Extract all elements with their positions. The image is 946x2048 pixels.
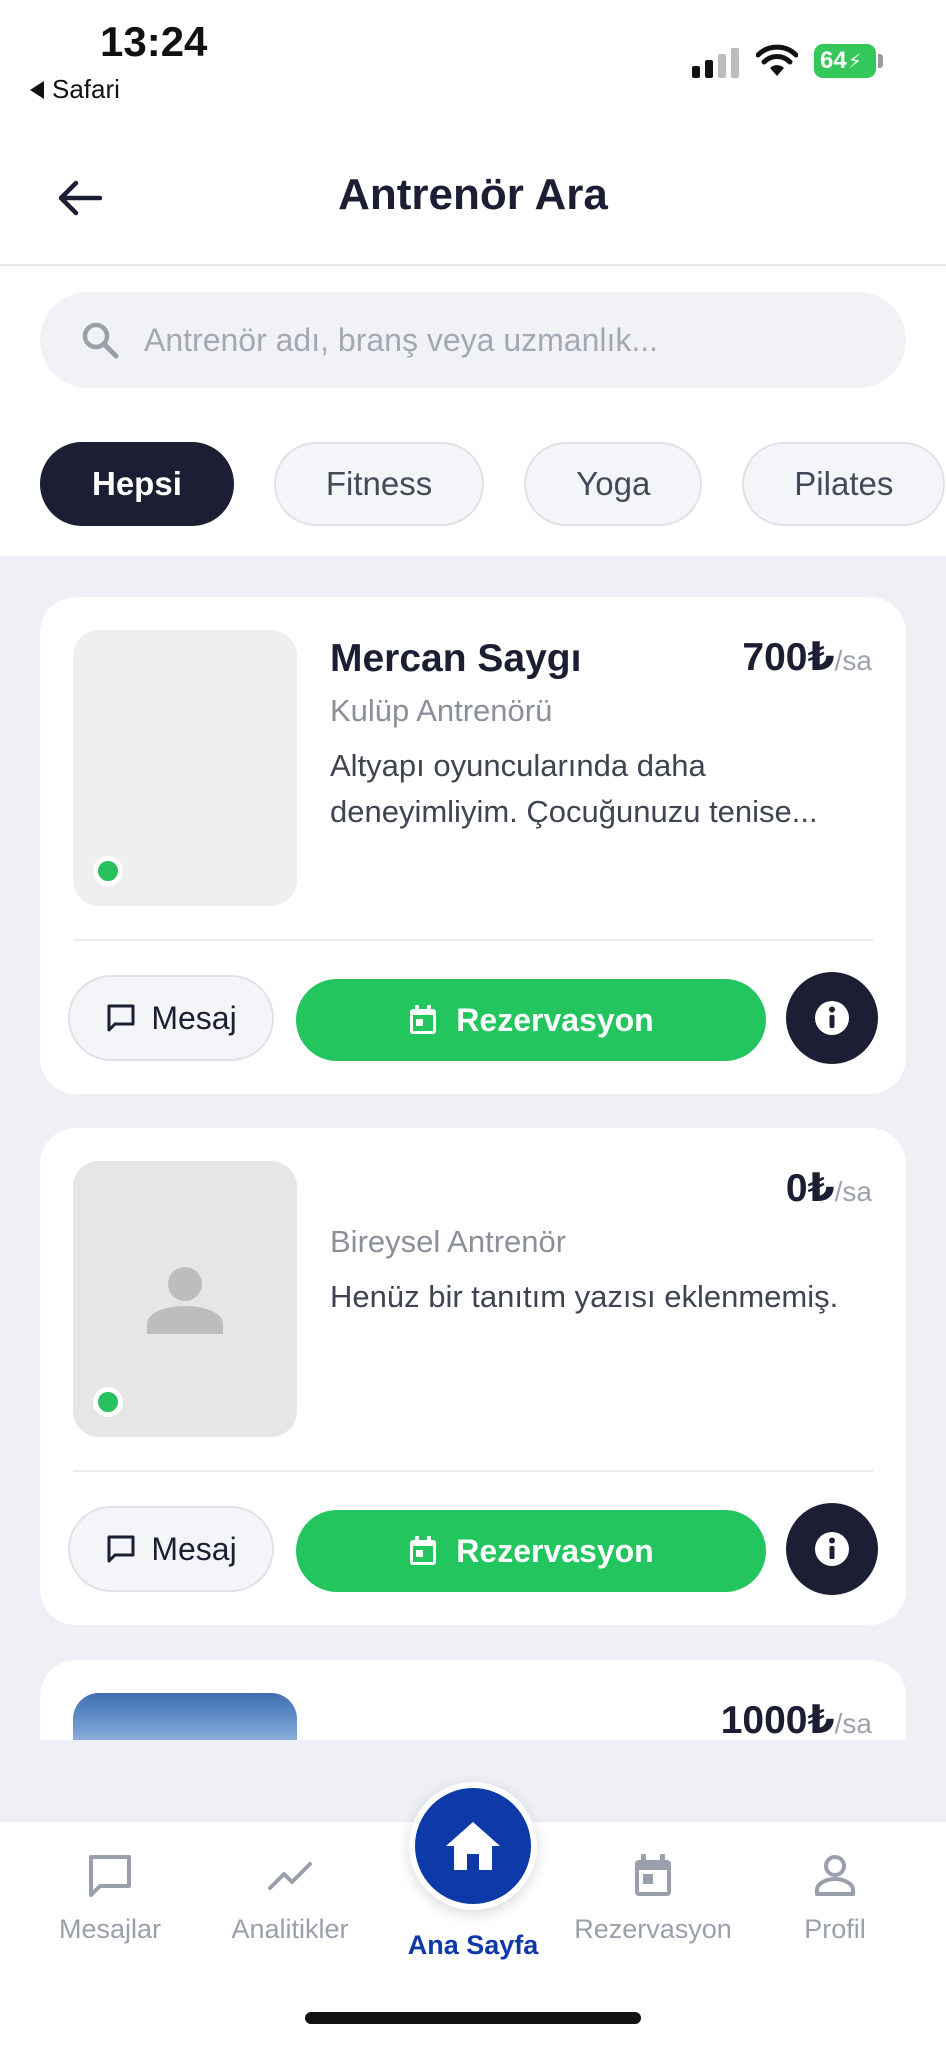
search-bar[interactable]: [40, 292, 906, 388]
filter-area: Hepsi Fitness Yoga Pilates: [0, 266, 946, 556]
person-icon: [815, 1855, 855, 1896]
calendar-icon: [410, 1536, 437, 1565]
trainer-card[interactable]: Mercan Saygı 700₺/sa Kulüp Antrenörü Alt…: [40, 597, 906, 1094]
reservation-button-label: Rezervasyon: [456, 1532, 654, 1569]
back-app-label: Safari: [52, 74, 120, 104]
home-button[interactable]: [409, 1782, 537, 1910]
online-status-dot: [93, 856, 123, 886]
card-divider: [73, 939, 873, 941]
nav-item-reservations[interactable]: Rezervasyon: [563, 1852, 743, 1945]
reservation-button[interactable]: Rezervasyon: [296, 1510, 766, 1592]
battery-level: 64: [820, 47, 847, 74]
trainer-role: Kulüp Antrenörü: [330, 693, 553, 728]
chat-icon: [107, 1004, 135, 1032]
filter-chip-pilates[interactable]: Pilates: [742, 442, 946, 526]
page-title: Antrenör Ara: [338, 170, 608, 219]
trainer-price: 700₺/sa: [742, 635, 872, 680]
trainer-photo: [73, 630, 297, 906]
wifi-icon: [756, 44, 798, 76]
card-divider: [73, 1470, 873, 1472]
page-header: Antrenör Ara: [0, 130, 946, 266]
price-unit: /sa: [834, 1708, 872, 1739]
category-filters: Hepsi Fitness Yoga Pilates: [40, 442, 946, 526]
reservation-button-label: Rezervasyon: [456, 1001, 654, 1038]
message-button[interactable]: Mesaj: [68, 975, 274, 1061]
message-button-label: Mesaj: [151, 1530, 237, 1567]
trainer-card[interactable]: 0₺/sa Bireysel Antrenör Henüz bir tanıtı…: [40, 1128, 906, 1625]
trainer-bio: Henüz bir tanıtım yazısı eklenmemiş.: [330, 1279, 839, 1314]
trainer-role: Bireysel Antrenör: [330, 1224, 567, 1259]
trainer-card[interactable]: 1000₺/sa: [40, 1660, 906, 1740]
trainer-name: Mercan Saygı: [330, 637, 582, 680]
trainer-photo: [73, 1693, 297, 1740]
trainer-photo-placeholder: [73, 1161, 297, 1437]
nav-item-messages[interactable]: Mesajlar: [20, 1852, 200, 1945]
person-placeholder-icon: [147, 1267, 223, 1334]
filter-chip-hepsi[interactable]: Hepsi: [40, 442, 234, 526]
price-value: 0₺: [785, 1167, 835, 1210]
message-button[interactable]: Mesaj: [68, 1506, 274, 1592]
status-bar: 13:24 Safari 64 ⚡: [0, 0, 946, 130]
filter-chip-fitness[interactable]: Fitness: [273, 442, 485, 526]
search-input[interactable]: [144, 321, 864, 359]
price-value: 1000₺: [720, 1699, 835, 1740]
nav-item-profile[interactable]: Profil: [745, 1852, 925, 1945]
online-status-dot: [93, 1387, 123, 1417]
battery-icon: 64 ⚡: [814, 44, 876, 78]
trainer-price: 0₺/sa: [786, 1166, 872, 1211]
calendar-icon: [635, 1854, 671, 1896]
price-unit: /sa: [834, 1176, 872, 1207]
nav-label: Mesajlar: [58, 1914, 162, 1944]
nav-label: Profil: [804, 1914, 866, 1944]
chat-icon: [89, 1855, 131, 1897]
info-icon: [815, 1532, 849, 1566]
back-to-app-link[interactable]: Safari: [30, 74, 120, 105]
reservation-button[interactable]: Rezervasyon: [296, 979, 766, 1061]
trainer-price: 1000₺/sa: [721, 1698, 872, 1740]
nav-label: Ana Sayfa: [407, 1930, 539, 1960]
info-button[interactable]: [786, 972, 878, 1064]
info-button[interactable]: [786, 1503, 878, 1595]
nav-item-home[interactable]: Ana Sayfa: [383, 1930, 563, 1961]
search-icon: [82, 322, 119, 359]
trending-up-icon: [268, 1862, 312, 1890]
nav-label: Rezervasyon: [574, 1914, 732, 1944]
filter-chip-yoga[interactable]: Yoga: [524, 442, 703, 526]
back-triangle-icon: [30, 80, 44, 99]
chat-icon: [107, 1535, 135, 1563]
cellular-signal-icon: [692, 46, 739, 78]
price-value: 700₺: [742, 636, 835, 679]
home-indicator: [305, 2012, 641, 2024]
message-button-label: Mesaj: [151, 999, 237, 1036]
trainer-bio: Altyapı oyuncularında daha deneyimliyim.…: [330, 748, 818, 829]
info-icon: [815, 1001, 849, 1035]
price-unit: /sa: [834, 645, 872, 676]
nav-item-analytics[interactable]: Analitikler: [200, 1852, 380, 1945]
nav-label: Analitikler: [231, 1914, 349, 1944]
battery-nub: [878, 54, 883, 68]
calendar-icon: [410, 1005, 437, 1034]
status-time: 13:24: [100, 18, 208, 65]
home-icon: [446, 1822, 500, 1870]
